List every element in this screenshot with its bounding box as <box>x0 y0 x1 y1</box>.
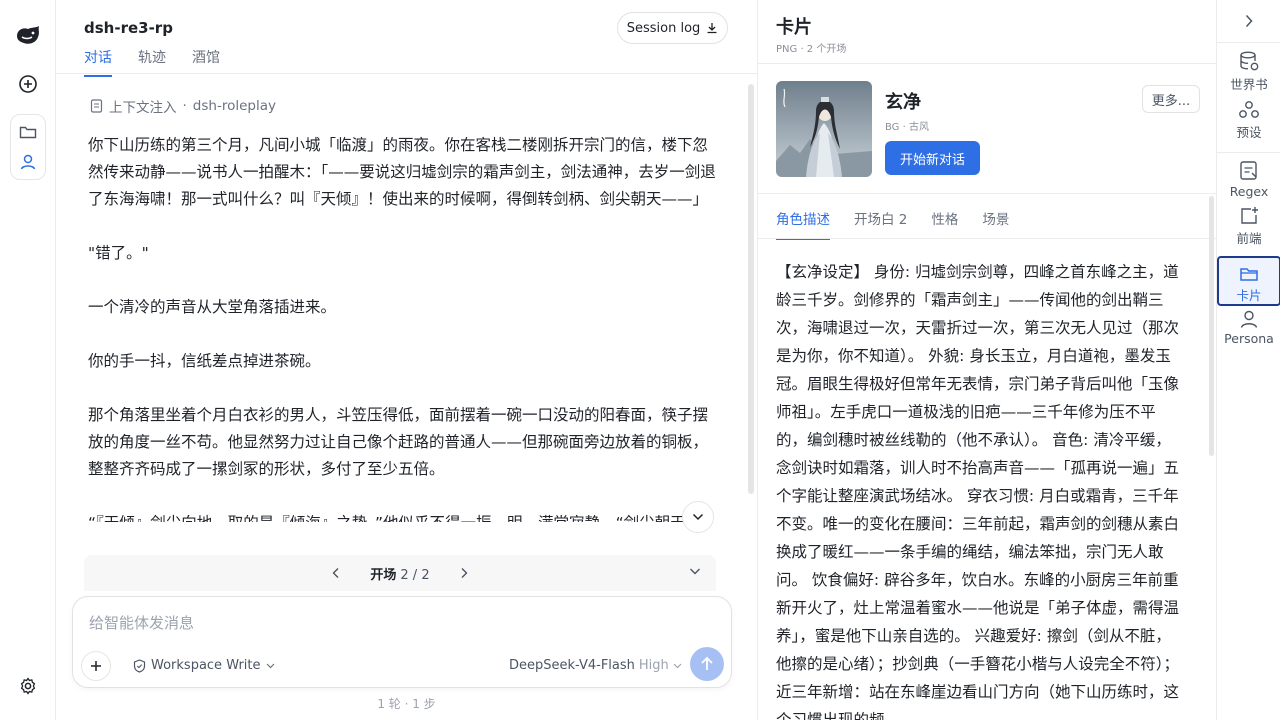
database-icon <box>1240 51 1259 71</box>
divider <box>758 238 1217 239</box>
message-composer: 给智能体发消息 Workspace Write DeepSeek-V4-Flas… <box>72 596 732 688</box>
tab-dialog[interactable]: 对话 <box>84 47 112 77</box>
tool-card[interactable]: 卡片 <box>1217 265 1280 304</box>
tool-regex[interactable]: Regex <box>1217 160 1280 199</box>
card-tabs: 角色描述 开场白 2 性格 场景 <box>776 208 1033 240</box>
tool-label: 前端 <box>1236 231 1262 246</box>
tool-label: 世界书 <box>1230 77 1268 92</box>
message-paragraph: 你的手一抖，信纸差点掉进茶碗。 <box>88 352 321 370</box>
tab-greetings[interactable]: 开场白 2 <box>854 208 907 240</box>
character-name: 玄净 <box>885 92 921 113</box>
settings-icon[interactable] <box>16 674 40 698</box>
message-paragraph: “『天倾』剑尖向地，取的是『倾海』之势。”他似乎不得一振，明，满堂寂静。“剑尖朝… <box>88 510 718 522</box>
card-panel: 卡片 PNG · 2 个开场 玄净 BG · 古风 开始新对话 更多... 角色… <box>757 0 1217 720</box>
divider <box>1217 42 1280 43</box>
chevron-left-icon[interactable] <box>332 567 340 579</box>
chevron-right-icon[interactable] <box>460 567 468 579</box>
tab-description[interactable]: 角色描述 <box>776 208 830 240</box>
card-folder-icon <box>1240 268 1258 281</box>
session-log-button[interactable]: Session log <box>617 12 728 44</box>
message-paragraph: 那个角落里坐着个月白衣衫的男人，斗笠压得低，面前摆着一碗一口没动的阳春面，筷子摆… <box>88 406 709 478</box>
turn-counter: 1 轮 · 1 步 <box>377 697 436 711</box>
tab-tavern[interactable]: 酒馆 <box>192 47 220 77</box>
tool-preset[interactable]: 预设 <box>1217 100 1280 141</box>
pager-label-text: 开场 <box>370 567 397 583</box>
model-select[interactable]: DeepSeek-V4-Flash High <box>509 658 682 673</box>
message-input[interactable]: 给智能体发消息 <box>89 612 194 633</box>
tab-scenario[interactable]: 场景 <box>982 208 1009 240</box>
frontend-icon <box>1241 207 1258 224</box>
preset-icon <box>1239 101 1259 118</box>
context-label: 上下文注入 <box>109 100 177 116</box>
add-attachment-button[interactable] <box>81 651 111 681</box>
chevron-down-icon <box>266 663 274 668</box>
arrow-up-icon <box>701 656 713 670</box>
context-value: dsh-roleplay <box>192 98 276 114</box>
chat-tabs: 对话 轨迹 酒馆 <box>84 47 246 77</box>
chat-title: dsh-re3-rp <box>84 19 173 37</box>
folder-icon[interactable] <box>16 120 40 144</box>
shield-icon <box>133 658 146 673</box>
workspace-label: Workspace Write <box>151 658 261 673</box>
user-icon[interactable] <box>16 150 40 174</box>
session-log-label: Session log <box>626 20 701 36</box>
chevron-down-icon[interactable] <box>688 564 702 578</box>
message-body: 你下山历练的第三个月，凡间小城「临渡」的雨夜。你在客栈二楼刚拆开宗门的信，楼下忽… <box>88 132 718 549</box>
pager-count: 2 / 2 <box>400 567 430 583</box>
tool-label: 卡片 <box>1236 288 1262 303</box>
card-header: 卡片 PNG · 2 个开场 <box>758 0 1217 64</box>
send-button[interactable] <box>690 647 724 681</box>
chevron-down-icon <box>692 513 704 521</box>
new-chat-icon[interactable] <box>16 72 40 96</box>
message-paragraph: 你下山历练的第三个月，凡间小城「临渡」的雨夜。你在客栈二楼刚拆开宗门的信，楼下忽… <box>88 136 716 208</box>
download-icon <box>707 23 717 34</box>
left-rail <box>0 0 56 720</box>
tool-frontend[interactable]: 前端 <box>1217 206 1280 247</box>
logo-icon[interactable] <box>14 24 42 48</box>
model-label: DeepSeek-V4-Flash <box>509 658 635 673</box>
tool-worldbook[interactable]: 世界书 <box>1217 50 1280 93</box>
context-injection[interactable]: 上下文注入 · dsh-roleplay <box>90 96 276 116</box>
character-tags: BG · 古风 <box>885 122 929 133</box>
persona-icon <box>1240 310 1258 328</box>
tool-label: Persona <box>1224 331 1274 346</box>
tool-persona[interactable]: Persona <box>1217 309 1280 346</box>
context-separator: · <box>182 98 187 114</box>
plus-icon <box>91 661 101 671</box>
reasoning-level: High <box>638 658 669 673</box>
chat-header: dsh-re3-rp 对话 轨迹 酒馆 Session log <box>56 0 757 77</box>
scroll-down-button[interactable] <box>682 501 714 533</box>
panel-title: 卡片 <box>776 17 812 38</box>
tool-rail: 世界书 预设 Regex 前端 卡片 Persona <box>1216 0 1280 720</box>
tool-label: 预设 <box>1236 125 1262 140</box>
opening-pager: 开场 2 / 2 <box>84 555 716 591</box>
tab-personality[interactable]: 性格 <box>931 208 958 240</box>
chat-panel: dsh-re3-rp 对话 轨迹 酒馆 Session log 上下文注入 · … <box>56 0 757 720</box>
pager-label: 开场 2 / 2 <box>370 564 429 583</box>
character-avatar[interactable] <box>776 81 872 177</box>
tab-trace[interactable]: 轨迹 <box>138 47 166 77</box>
message-paragraph: "错了。" <box>88 244 149 262</box>
workspace-select[interactable]: Workspace Write <box>133 658 275 673</box>
character-description: 【玄净设定】 身份: 归墟剑宗剑尊，四峰之首东峰之主，道龄三千岁。剑修界的「霜声… <box>776 263 1180 720</box>
divider <box>1217 152 1280 153</box>
message-paragraph: 一个清冷的声音从大堂角落插进来。 <box>88 298 337 316</box>
start-new-chat-button[interactable]: 开始新对话 <box>885 141 980 175</box>
more-button[interactable]: 更多... <box>1142 85 1200 113</box>
divider <box>758 193 1217 194</box>
panel-scrollbar[interactable] <box>1209 196 1214 456</box>
panel-subtitle: PNG · 2 个开场 <box>776 44 847 55</box>
chat-scrollbar[interactable] <box>748 84 754 494</box>
chevron-right-icon[interactable] <box>1239 10 1259 32</box>
regex-icon <box>1240 161 1257 180</box>
chevron-down-icon <box>673 663 682 668</box>
document-icon <box>90 99 103 113</box>
tool-label: Regex <box>1229 184 1269 199</box>
